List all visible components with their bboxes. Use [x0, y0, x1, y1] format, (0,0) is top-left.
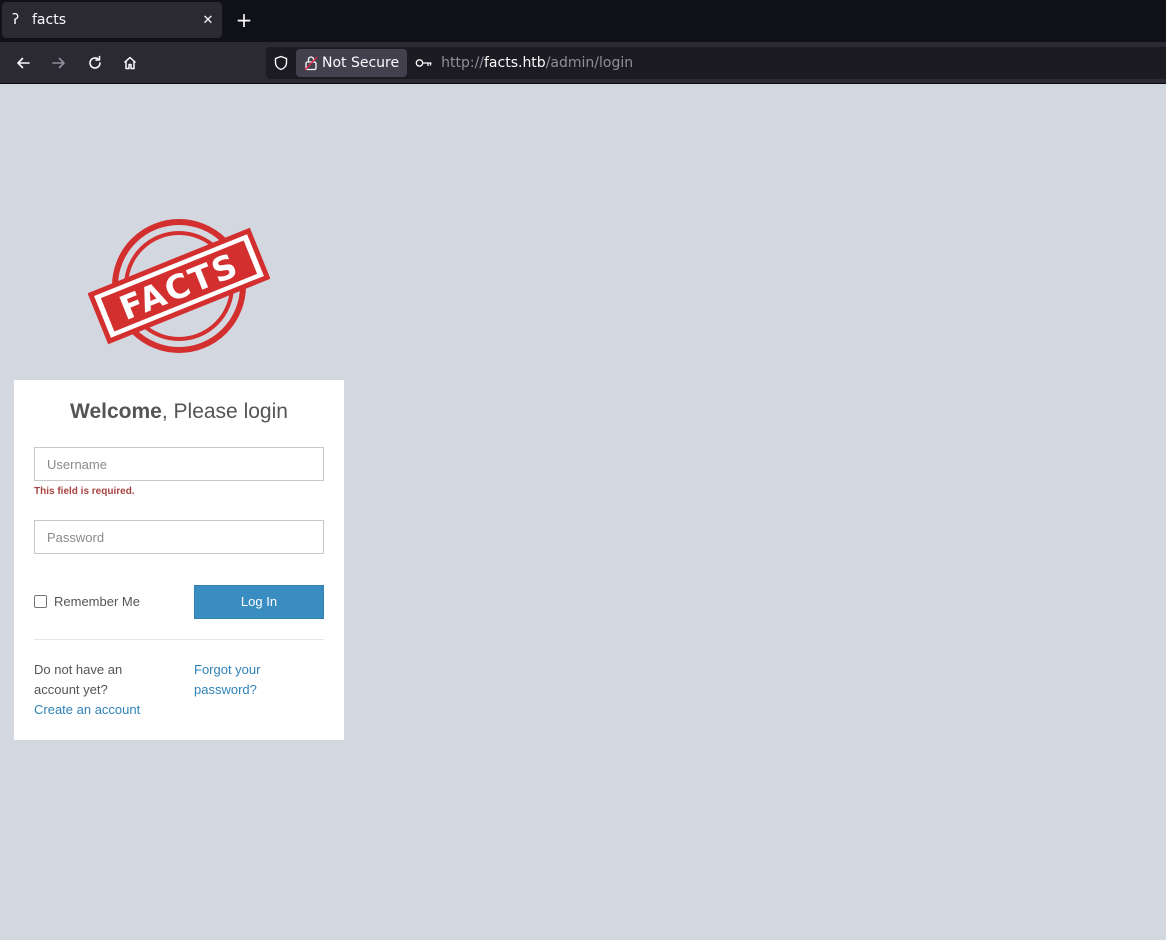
no-account-section: Do not have an account yet? Create an ac…	[34, 660, 164, 720]
title-rest: , Please login	[161, 400, 288, 423]
not-secure-indicator[interactable]: Not Secure	[296, 49, 408, 77]
back-icon[interactable]	[11, 51, 35, 75]
forward-icon[interactable]	[47, 51, 71, 75]
url-text[interactable]: http://facts.htb/admin/login	[441, 55, 633, 71]
url-host: facts.htb	[484, 55, 546, 71]
new-tab-icon[interactable]: +	[234, 10, 254, 30]
no-account-text: Do not have an account yet?	[34, 662, 123, 697]
login-button[interactable]: Log In	[194, 585, 324, 619]
tab-title: facts	[32, 12, 66, 28]
create-account-link[interactable]: Create an account	[34, 702, 140, 717]
key-icon[interactable]	[407, 57, 441, 69]
address-bar[interactable]: Not Secure http://facts.htb/admin/login	[266, 47, 1166, 79]
url-scheme: http://	[441, 55, 484, 71]
facts-logo: FACTS	[88, 219, 270, 353]
home-icon[interactable]	[118, 51, 142, 75]
remember-me-label: Remember Me	[54, 594, 140, 609]
username-input[interactable]	[34, 447, 324, 481]
login-card: Welcome, Please login This field is requ…	[14, 380, 344, 740]
password-input[interactable]	[34, 520, 324, 554]
reload-icon[interactable]	[83, 51, 107, 75]
broken-lock-icon	[304, 56, 318, 71]
remember-me[interactable]: Remember Me	[34, 594, 140, 609]
username-error: This field is required.	[34, 486, 135, 497]
navigation-bar: Not Secure http://facts.htb/admin/login	[0, 42, 1166, 84]
browser-tab[interactable]: ʔ facts ✕	[2, 2, 222, 38]
remember-me-checkbox[interactable]	[34, 595, 47, 608]
divider	[34, 639, 324, 640]
security-label: Not Secure	[322, 55, 400, 71]
question-icon: ʔ	[12, 12, 20, 28]
page-title: Welcome, Please login	[14, 400, 344, 424]
tab-bar: ʔ facts ✕ +	[0, 0, 1166, 42]
close-tab-icon[interactable]: ✕	[194, 13, 222, 28]
forgot-password-link[interactable]: Forgot your password?	[194, 660, 294, 700]
shield-icon[interactable]	[266, 47, 296, 79]
url-path: /admin/login	[545, 55, 634, 71]
title-bold: Welcome	[70, 400, 162, 423]
